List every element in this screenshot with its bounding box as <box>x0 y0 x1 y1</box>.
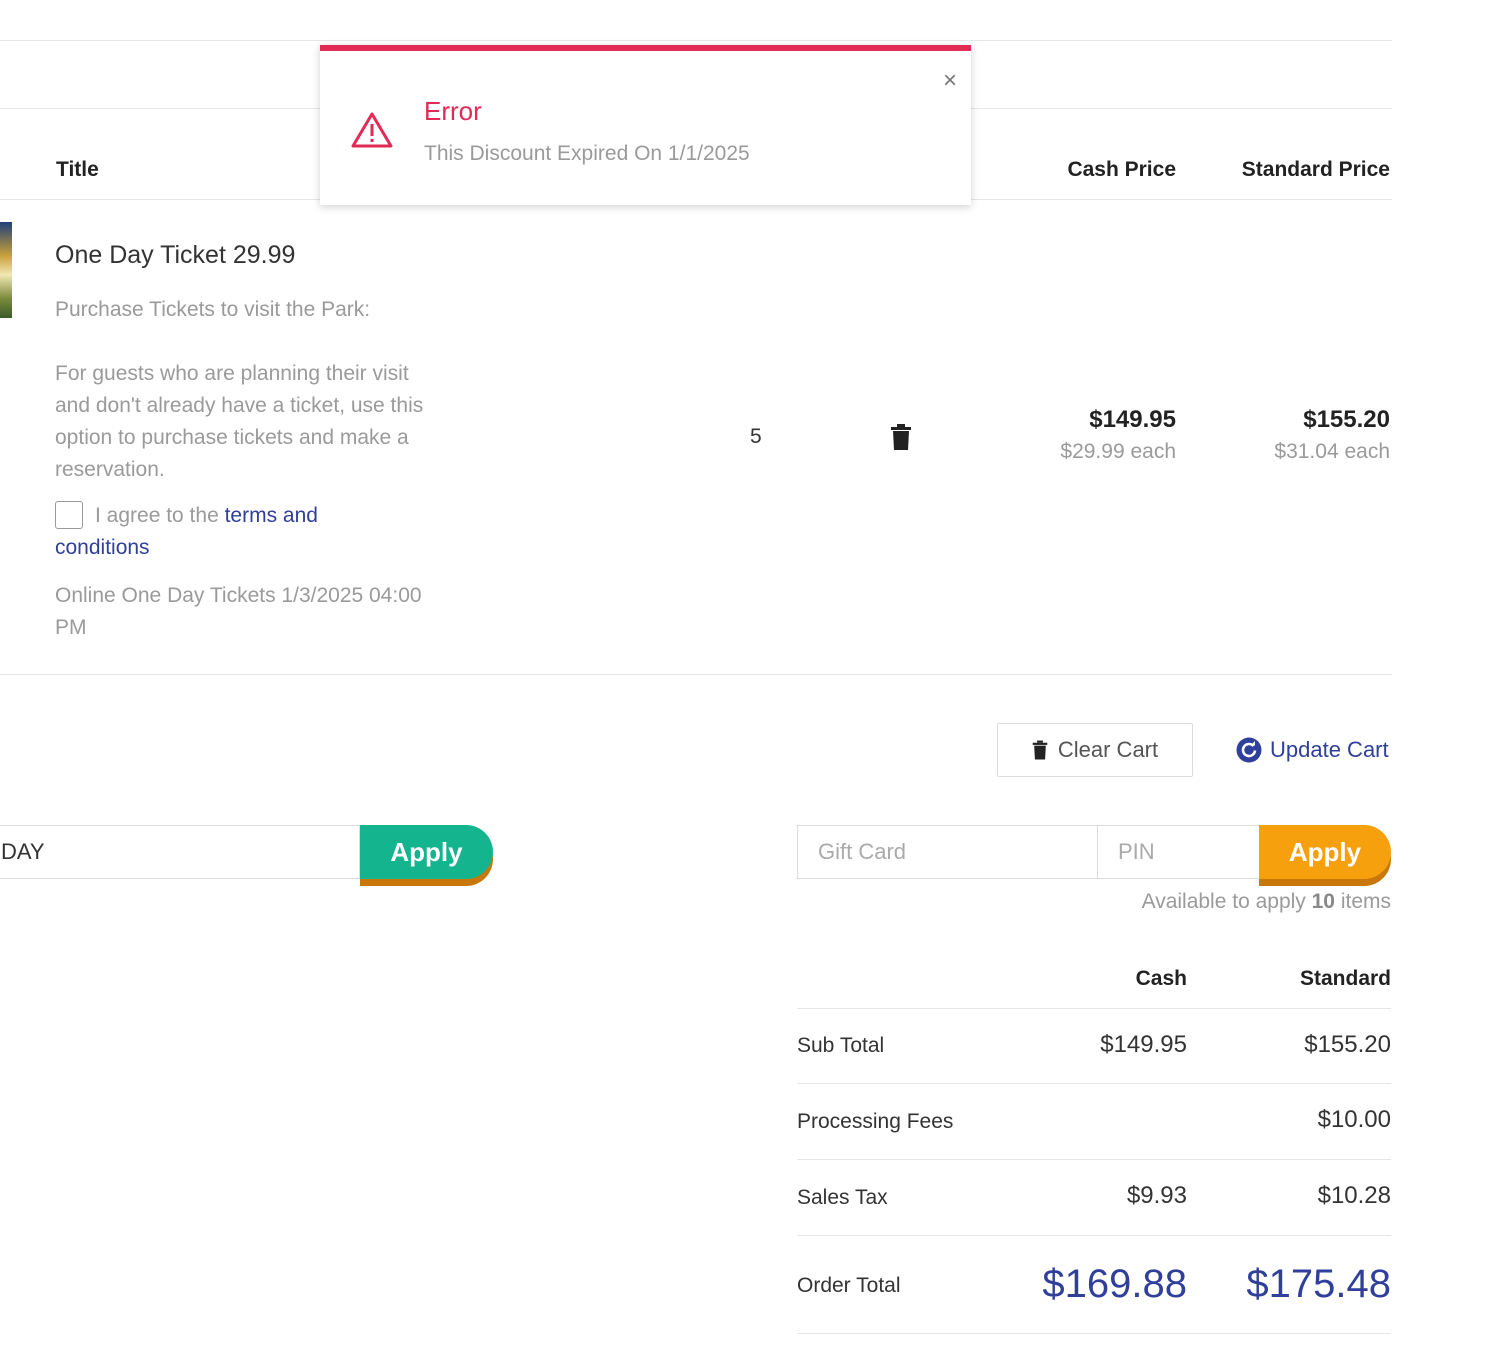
refresh-icon <box>1236 737 1262 763</box>
cash-price-total: $149.95 <box>1089 406 1176 433</box>
summary-divider <box>797 1333 1391 1334</box>
product-description: Purchase Tickets to visit the Park: For … <box>55 294 435 518</box>
apply-discount-button[interactable]: Apply <box>360 825 493 879</box>
trash-icon <box>1032 740 1048 760</box>
trash-icon <box>891 424 911 450</box>
terms-agreement: I agree to the terms and conditions <box>55 500 385 564</box>
product-description-line: Purchase Tickets to visit the Park: <box>55 298 371 321</box>
apply-discount-label: Apply <box>390 836 463 867</box>
order-total-cash: $169.88 <box>1042 1262 1187 1306</box>
pin-input[interactable]: PIN <box>1097 825 1260 879</box>
warning-icon <box>351 112 393 148</box>
update-cart-label: Update Cart <box>1270 737 1389 762</box>
summary-label-sales-tax: Sales Tax <box>797 1186 888 1209</box>
pin-placeholder: PIN <box>1118 839 1155 864</box>
product-thumbnail <box>0 222 12 318</box>
summary-label-processing-fees: Processing Fees <box>797 1110 954 1133</box>
divider <box>0 40 1392 41</box>
apply-gift-card-button[interactable]: Apply <box>1259 825 1391 879</box>
table-row-divider <box>0 674 1392 675</box>
error-toast: Error This Discount Expired On 1/1/2025 … <box>320 45 971 205</box>
standard-price-each: $31.04 each <box>1274 440 1390 463</box>
update-cart-button[interactable]: Update Cart <box>1236 732 1389 768</box>
product-description-line: For guests who are planning their visit … <box>55 362 424 481</box>
terms-checkbox[interactable] <box>55 501 83 529</box>
summary-divider <box>797 1159 1391 1160</box>
order-total-standard: $175.48 <box>1246 1262 1391 1306</box>
gift-card-availability: Available to apply 10 items <box>1142 890 1391 914</box>
summary-label-order-total: Order Total <box>797 1274 901 1297</box>
summary-header-cash: Cash <box>1135 967 1187 990</box>
summary-tax-standard: $10.28 <box>1317 1182 1391 1209</box>
summary-subtotal-standard: $155.20 <box>1304 1031 1391 1058</box>
column-header-cash-price: Cash Price <box>1067 158 1176 181</box>
summary-header-standard: Standard <box>1299 967 1391 990</box>
summary-subtotal-cash: $149.95 <box>1100 1031 1187 1058</box>
terms-label: I agree to the <box>95 504 225 527</box>
summary-label-subtotal: Sub Total <box>797 1034 885 1057</box>
summary-divider <box>797 1235 1391 1236</box>
event-info: Online One Day Tickets 1/3/2025 04:00 PM <box>55 584 422 639</box>
close-icon[interactable]: × <box>943 69 957 93</box>
availability-prefix: Available to apply <box>1141 890 1312 913</box>
toast-message: This Discount Expired On 1/1/2025 <box>424 142 750 165</box>
quantity-value[interactable]: 5 <box>750 425 762 449</box>
column-header-title: Title <box>56 158 99 181</box>
gift-card-input[interactable]: Gift Card <box>797 825 1098 879</box>
availability-count: 10 <box>1311 890 1335 913</box>
remove-item-button[interactable] <box>890 424 912 450</box>
standard-price-total: $155.20 <box>1303 406 1390 433</box>
summary-fees-standard: $10.00 <box>1317 1106 1391 1133</box>
summary-tax-cash: $9.93 <box>1126 1182 1187 1209</box>
product-title: One Day Ticket 29.99 <box>55 241 296 269</box>
toast-title: Error <box>424 96 482 126</box>
discount-code-value: DAY <box>1 839 45 864</box>
discount-code-input[interactable]: DAY <box>0 825 360 879</box>
summary-divider <box>797 1008 1391 1009</box>
apply-gift-card-label: Apply <box>1288 836 1362 867</box>
clear-cart-label: Clear Cart <box>1057 737 1159 762</box>
cash-price-each: $29.99 each <box>1060 440 1176 463</box>
summary-divider <box>797 1083 1391 1084</box>
column-header-standard-price: Standard Price <box>1241 158 1390 181</box>
gift-card-placeholder: Gift Card <box>818 839 907 864</box>
availability-suffix: items <box>1334 890 1391 913</box>
clear-cart-button[interactable]: Clear Cart <box>997 723 1193 777</box>
